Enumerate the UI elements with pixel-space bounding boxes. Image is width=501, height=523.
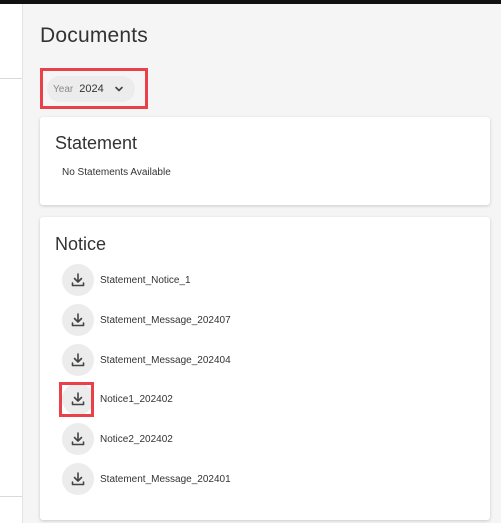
empty-message: No Statements Available: [62, 167, 171, 178]
document-name[interactable]: Notice2_202402: [100, 434, 173, 445]
download-button[interactable]: [62, 264, 94, 296]
document-name[interactable]: Notice1_202402: [100, 394, 173, 405]
document-name[interactable]: Statement_Message_202404: [100, 355, 231, 366]
list-item[interactable]: Statement_Message_202404: [62, 344, 462, 376]
page-title: Documents: [40, 24, 149, 47]
year-select-highlight: [40, 68, 148, 109]
document-name[interactable]: Statement_Message_202407: [100, 315, 231, 326]
list-item[interactable]: Statement_Message_202407: [62, 304, 462, 336]
document-name[interactable]: Statement_Message_202401: [100, 474, 231, 485]
download-button-highlight: [59, 382, 94, 417]
list-item[interactable]: Notice2_202402: [62, 423, 462, 455]
download-button[interactable]: [62, 344, 94, 376]
download-icon: [71, 472, 85, 486]
download-button[interactable]: [62, 463, 94, 495]
notice-card: Notice Statement_Notice_1 Statement_Mess…: [40, 217, 490, 520]
statement-card: Statement No Statements Available: [40, 117, 490, 205]
download-icon: [71, 353, 85, 367]
download-icon: [71, 432, 85, 446]
download-button[interactable]: [62, 304, 94, 336]
top-bar: [0, 0, 501, 4]
statement-title: Statement: [55, 133, 138, 153]
download-button[interactable]: [62, 423, 94, 455]
list-item[interactable]: Statement_Notice_1: [62, 264, 462, 296]
download-icon: [71, 313, 85, 327]
divider: [0, 496, 22, 497]
document-name[interactable]: Statement_Notice_1: [100, 275, 191, 286]
divider: [0, 78, 22, 79]
notice-title: Notice: [55, 234, 107, 254]
download-icon: [71, 273, 85, 287]
left-panel: [0, 4, 23, 523]
list-item[interactable]: Notice1_202402: [62, 383, 462, 415]
list-item[interactable]: Statement_Message_202401: [62, 463, 462, 495]
